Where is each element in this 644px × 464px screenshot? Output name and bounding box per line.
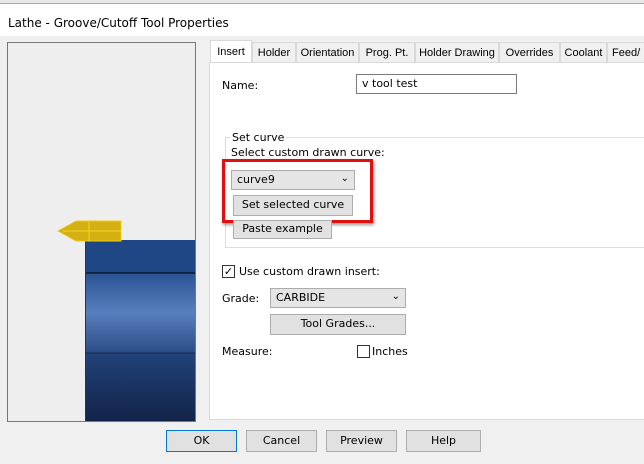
grade-select-value: CARBIDE <box>276 291 326 304</box>
measure-label: Measure: <box>222 345 273 358</box>
tab-holder-drawing[interactable]: Holder Drawing <box>415 42 499 63</box>
tab-orientation[interactable]: Orientation <box>296 42 359 63</box>
ok-button[interactable]: OK <box>166 430 237 452</box>
paste-example-button[interactable]: Paste example <box>233 220 332 239</box>
inches-label: Inches <box>372 345 408 358</box>
tool-preview <box>7 42 196 422</box>
use-custom-insert-label: Use custom drawn insert: <box>239 265 380 278</box>
cancel-button[interactable]: Cancel <box>246 430 317 452</box>
tab-insert[interactable]: Insert <box>210 40 252 62</box>
tab-coolant[interactable]: Coolant <box>560 42 607 63</box>
tab-prog-pt[interactable]: Prog. Pt. <box>359 42 415 63</box>
tab-holder[interactable]: Holder <box>252 42 296 63</box>
chevron-down-icon: ⌄ <box>391 291 400 302</box>
tool-drawing <box>56 220 195 421</box>
use-custom-insert-checkbox[interactable]: ✓ <box>222 265 235 278</box>
grade-select[interactable]: CARBIDE ⌄ <box>270 288 406 308</box>
curve-label: Select custom drawn curve: <box>231 146 385 159</box>
grade-label: Grade: <box>222 292 260 305</box>
tool-grades-button[interactable]: Tool Grades... <box>270 314 406 335</box>
set-curve-group-title: Set curve <box>230 131 287 144</box>
help-button[interactable]: Help <box>406 430 481 452</box>
window-title: Lathe - Groove/Cutoff Tool Properties <box>8 16 229 30</box>
highlight-box <box>222 159 373 223</box>
holder-body <box>85 240 195 421</box>
name-label: Name: <box>222 79 259 92</box>
preview-button[interactable]: Preview <box>326 430 397 452</box>
tab-feed[interactable]: Feed/ <box>607 42 644 63</box>
name-input[interactable]: v tool test <box>356 74 517 94</box>
inches-checkbox[interactable] <box>357 345 370 358</box>
title-bar: Lathe - Groove/Cutoff Tool Properties <box>0 4 644 36</box>
tab-strip: Insert Holder Orientation Prog. Pt. Hold… <box>210 40 644 63</box>
tab-overrides[interactable]: Overrides <box>499 42 560 63</box>
